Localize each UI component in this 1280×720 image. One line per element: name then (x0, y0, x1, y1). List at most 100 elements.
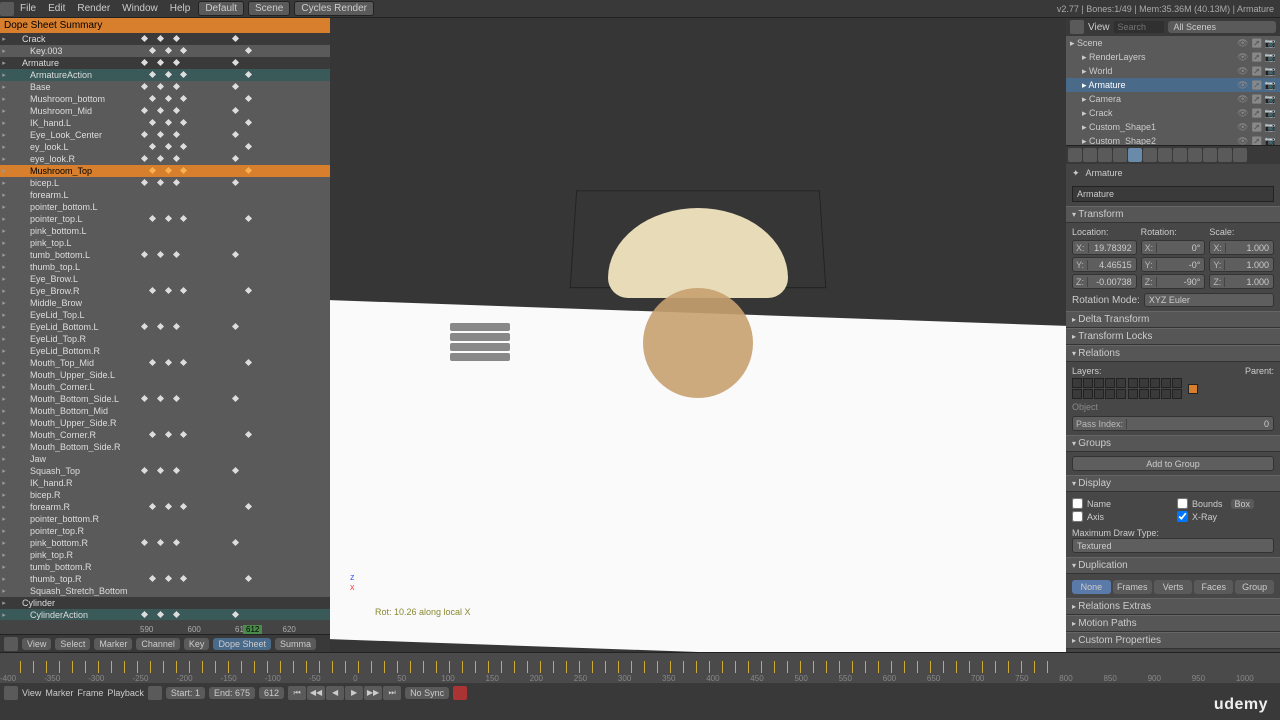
display-axis-checkbox[interactable] (1072, 511, 1083, 522)
channel-row[interactable]: EyeLid_Top.R (0, 333, 330, 345)
outliner-item[interactable]: ▸ RenderLayers👁 ↗ 📷 (1066, 50, 1280, 64)
rotation-x[interactable]: X:0° (1141, 240, 1206, 255)
panel-motion-paths[interactable]: Motion Paths (1066, 615, 1280, 632)
bounds-type-dropdown[interactable]: Box (1231, 499, 1255, 509)
menu-window[interactable]: Window (116, 3, 164, 14)
tab-render[interactable] (1068, 148, 1082, 162)
channel-row[interactable]: Base (0, 81, 330, 93)
tl-menu-view[interactable]: View (22, 688, 41, 698)
tab-modifiers[interactable] (1158, 148, 1172, 162)
channel-row[interactable]: Mouth_Bottom_Side.L (0, 393, 330, 405)
channel-row[interactable]: EyeLid_Bottom.R (0, 345, 330, 357)
outliner-item[interactable]: ▸ World👁 ↗ 📷 (1066, 64, 1280, 78)
display-xray-checkbox[interactable] (1177, 511, 1188, 522)
dope-sheet-frame-ruler[interactable]: 590 600 610 620 612 (0, 620, 330, 634)
location-z[interactable]: Z:-0.00738 (1072, 274, 1137, 289)
channel-row[interactable]: forearm.R (0, 501, 330, 513)
channel-row[interactable]: eye_look.R (0, 153, 330, 165)
tab-physics[interactable] (1233, 148, 1247, 162)
editor-type-icon[interactable] (4, 637, 18, 651)
dope-sheet-summary-row[interactable]: Dope Sheet Summary (0, 18, 330, 33)
outliner-view-menu[interactable]: View (1088, 22, 1110, 33)
scale-y[interactable]: Y:1.000 (1209, 257, 1274, 272)
crumb-scene-icon[interactable]: ✦ (1072, 168, 1080, 179)
channel-row[interactable]: EyeLid_Top.L (0, 309, 330, 321)
tl-toggle[interactable] (148, 686, 162, 700)
layer-grid[interactable] (1072, 378, 1182, 399)
scale-x[interactable]: X:1.000 (1209, 240, 1274, 255)
channel-row[interactable]: Armature (0, 57, 330, 69)
viewport-canvas[interactable] (330, 18, 1066, 652)
object-name-field[interactable] (1072, 186, 1274, 202)
location-x[interactable]: X:19.78392 (1072, 240, 1137, 255)
current-frame-field[interactable]: 612 (259, 687, 284, 699)
channel-row[interactable]: pointer_bottom.R (0, 513, 330, 525)
ds-mode-selector[interactable]: Dope Sheet (213, 638, 271, 650)
channel-row[interactable]: Eye_Brow.R (0, 285, 330, 297)
ds-menu-marker[interactable]: Marker (94, 638, 132, 650)
sync-mode-dropdown[interactable]: No Sync (405, 687, 449, 699)
tab-render-layers[interactable] (1083, 148, 1097, 162)
ds-summary-toggle[interactable]: Summa (275, 638, 316, 650)
current-frame-indicator[interactable]: 612 (243, 625, 262, 634)
channel-row[interactable]: IK_hand.R (0, 477, 330, 489)
menu-file[interactable]: File (14, 3, 42, 14)
panel-transform-locks[interactable]: Transform Locks (1066, 328, 1280, 345)
tl-menu-marker[interactable]: Marker (45, 688, 73, 698)
jump-end-button[interactable]: ⏭ (383, 686, 401, 700)
display-name-checkbox[interactable] (1072, 498, 1083, 509)
scene-selector[interactable]: Scene (248, 1, 290, 16)
ds-menu-channel[interactable]: Channel (136, 638, 180, 650)
outliner-item[interactable]: ▸ Custom_Shape1👁 ↗ 📷 (1066, 120, 1280, 134)
panel-relations-extras[interactable]: Relations Extras (1066, 598, 1280, 615)
play-button[interactable]: ▶ (345, 686, 363, 700)
channel-row[interactable]: Cylinder (0, 597, 330, 609)
keyframe-prev-button[interactable]: ◀◀ (307, 686, 325, 700)
3d-viewport[interactable]: www.rr-sc.com User Persp Auto Keying On … (330, 18, 1066, 652)
tl-menu-playback[interactable]: Playback (107, 688, 144, 698)
channel-row[interactable]: Mouth_Corner.L (0, 381, 330, 393)
panel-relations[interactable]: Relations (1066, 345, 1280, 362)
location-y[interactable]: Y:4.46515 (1072, 257, 1137, 272)
timeline-editor-icon[interactable] (4, 686, 18, 700)
panel-delta-transform[interactable]: Delta Transform (1066, 311, 1280, 328)
ds-menu-select[interactable]: Select (55, 638, 90, 650)
channel-row[interactable]: Mouth_Upper_Side.R (0, 417, 330, 429)
tab-texture[interactable] (1218, 148, 1232, 162)
channel-row[interactable]: pink_bottom.L (0, 225, 330, 237)
channel-row[interactable]: Eye_Brow.L (0, 273, 330, 285)
channel-row[interactable]: pink_top.R (0, 549, 330, 561)
active-layer-indicator[interactable] (1188, 384, 1198, 394)
channel-row[interactable]: pointer_top.R (0, 525, 330, 537)
layout-selector[interactable]: Default (198, 1, 244, 16)
channel-row[interactable]: CylinderAction (0, 609, 330, 620)
channel-row[interactable]: Jaw (0, 453, 330, 465)
channel-row[interactable]: Key.003 (0, 45, 330, 57)
dup-none[interactable]: None (1072, 580, 1111, 594)
channel-row[interactable]: EyeLid_Bottom.L (0, 321, 330, 333)
dup-verts[interactable]: Verts (1154, 580, 1193, 594)
scale-z[interactable]: Z:1.000 (1209, 274, 1274, 289)
channel-row[interactable]: bicep.R (0, 489, 330, 501)
channel-row[interactable]: bicep.L (0, 177, 330, 189)
menu-edit[interactable]: Edit (42, 3, 71, 14)
rotation-z[interactable]: Z:-90° (1141, 274, 1206, 289)
max-draw-type-dropdown[interactable]: Textured (1072, 538, 1274, 553)
outliner-editor-icon[interactable] (1070, 20, 1084, 34)
display-bounds-checkbox[interactable] (1177, 498, 1188, 509)
panel-transform[interactable]: Transform (1066, 206, 1280, 223)
channel-row[interactable]: pointer_bottom.L (0, 201, 330, 213)
add-to-group-button[interactable]: Add to Group (1072, 456, 1274, 471)
channel-row[interactable]: tumb_bottom.R (0, 561, 330, 573)
keyframe-next-button[interactable]: ▶▶ (364, 686, 382, 700)
panel-groups[interactable]: Groups (1066, 435, 1280, 452)
auto-keying-toggle[interactable] (453, 686, 467, 700)
tab-constraints[interactable] (1143, 148, 1157, 162)
start-frame-field[interactable]: Start: 1 (166, 687, 205, 699)
ds-menu-view[interactable]: View (22, 638, 51, 650)
outliner-item[interactable]: ▸ Camera👁 ↗ 📷 (1066, 92, 1280, 106)
tab-object[interactable] (1128, 148, 1142, 162)
tab-material[interactable] (1203, 148, 1217, 162)
panel-custom-properties[interactable]: Custom Properties (1066, 632, 1280, 649)
tab-world[interactable] (1113, 148, 1127, 162)
